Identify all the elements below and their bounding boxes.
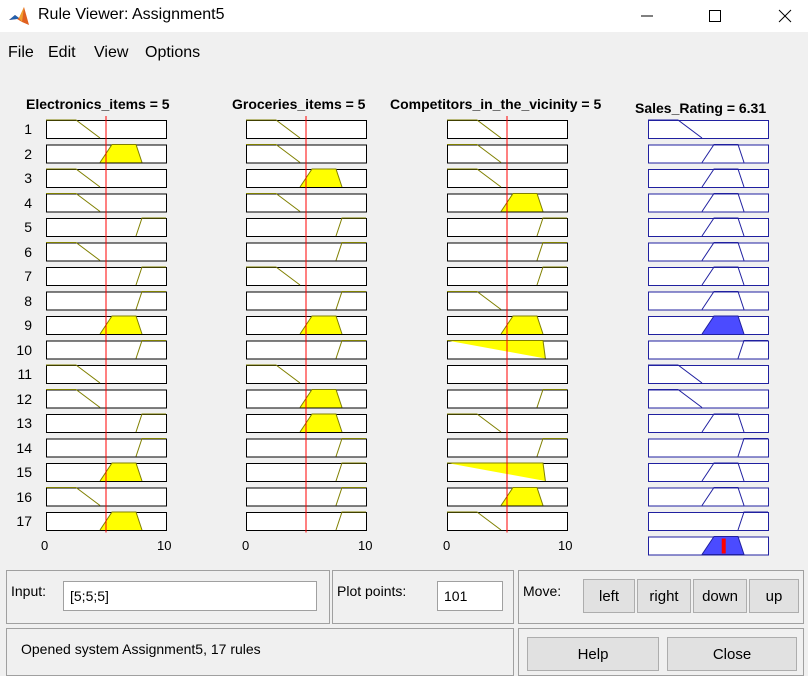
rule-number: 6 (24, 243, 32, 260)
rule-number: 4 (24, 194, 32, 211)
rule-number: 17 (16, 513, 32, 529)
rule-number: 9 (24, 317, 32, 333)
output-mf-box (648, 414, 769, 433)
axis-min-label-1: 0 (41, 538, 49, 553)
maximize-icon (709, 10, 721, 22)
rule-number: 14 (16, 439, 32, 456)
rule-plot-area: Electronics_items = 5 Groceries_items = … (0, 72, 808, 562)
plot-points-label: Plot points: (337, 583, 407, 599)
output-mf-box (648, 218, 769, 237)
output-mf-box (648, 487, 769, 507)
menu-file[interactable]: File (8, 44, 34, 62)
title-bar: Rule Viewer: Assignment5 (0, 0, 808, 32)
close-button[interactable]: Close (667, 637, 797, 671)
axis-max-label-3: 10 (558, 538, 573, 553)
axis-min-label-3: 0 (443, 538, 451, 553)
rule-number: 8 (24, 292, 32, 309)
output-mf-box (648, 144, 769, 164)
output-mf-box (648, 438, 769, 458)
maximize-button[interactable] (692, 0, 738, 32)
plot-points-field[interactable]: 101 (437, 581, 503, 611)
minimize-button[interactable] (624, 0, 670, 32)
rule-number: 5 (24, 219, 32, 235)
input-panel: Input: [5;5;5] (6, 570, 330, 624)
input-label: Input: (11, 583, 47, 599)
output-mf-box (648, 340, 769, 360)
matlab-logo-icon (8, 6, 30, 31)
output-mf-box (648, 242, 769, 262)
output-mf-box (648, 512, 769, 531)
status-bar: Opened system Assignment5, 17 rules (6, 628, 514, 676)
action-panel: Help Close (518, 628, 804, 676)
move-up-button[interactable]: up (749, 579, 799, 613)
menu-edit[interactable]: Edit (48, 44, 76, 62)
menu-options[interactable]: Options (145, 44, 200, 62)
rule-number: 3 (24, 170, 32, 186)
axis-max-label-2: 10 (358, 538, 373, 553)
output-mf-box (648, 389, 769, 409)
output-mf-box (648, 193, 769, 213)
rule-number: 16 (16, 488, 32, 505)
output-mf-box (648, 463, 769, 482)
move-panel: Move: left right down up (518, 570, 804, 624)
move-left-button[interactable]: left (583, 579, 635, 613)
rule-diagram[interactable] (0, 72, 808, 562)
rule-number: 11 (17, 366, 32, 382)
rule-number: 1 (24, 121, 32, 137)
rule-number: 13 (16, 415, 32, 431)
move-down-button[interactable]: down (693, 579, 747, 613)
move-right-button[interactable]: right (637, 579, 691, 613)
axis-min-label-2: 0 (242, 538, 250, 553)
output-mf-box (648, 120, 769, 139)
rule-number: 2 (24, 145, 32, 162)
menu-bar: File Edit View Options (0, 32, 808, 73)
window-title: Rule Viewer: Assignment5 (38, 6, 225, 23)
plot-points-panel: Plot points: 101 (332, 570, 514, 624)
rule-number: 7 (24, 268, 32, 284)
rule-number: 10 (16, 341, 32, 358)
close-icon (778, 9, 792, 23)
close-window-button[interactable] (762, 0, 808, 32)
output-mf-box (648, 365, 769, 384)
status-text: Opened system Assignment5, 17 rules (21, 641, 261, 657)
axis-max-label-1: 10 (157, 538, 172, 553)
minimize-icon (641, 15, 653, 17)
rule-number: 15 (16, 464, 32, 480)
output-mf-box (648, 291, 769, 311)
input-vector-field[interactable]: [5;5;5] (63, 581, 317, 611)
output-mf-box (648, 169, 769, 188)
move-label: Move: (523, 583, 562, 599)
output-mf-box (648, 267, 769, 286)
rule-number: 12 (16, 390, 32, 407)
help-button[interactable]: Help (527, 637, 659, 671)
menu-view[interactable]: View (94, 44, 128, 62)
